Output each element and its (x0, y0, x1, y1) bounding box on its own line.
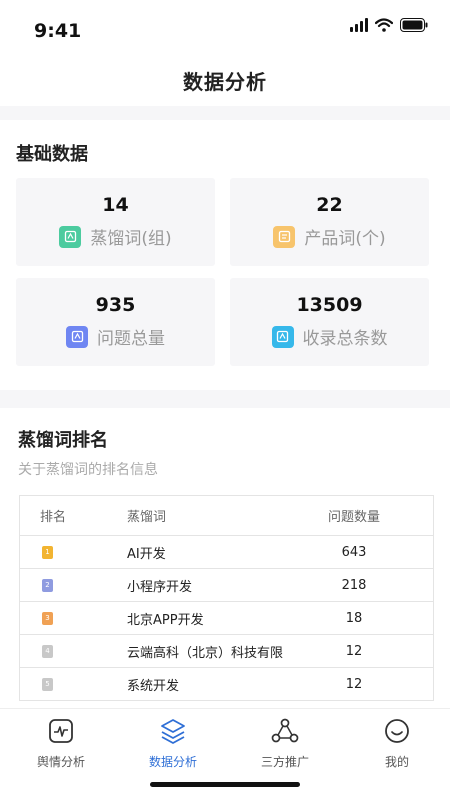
cell-word: 系统开发 (127, 678, 180, 694)
table-header: 排名 蒸馏词 问题数量 (20, 496, 433, 536)
table-row[interactable]: 2 小程序开发 218 (20, 569, 433, 602)
tag-icon (59, 225, 82, 248)
cell-word: 云端高科（北京）科技有限 (127, 645, 284, 661)
stat-label: 收录总条数 (302, 329, 388, 349)
pulse-monitor-icon (47, 717, 75, 745)
section-title: 蒸馏词排名 (18, 430, 108, 451)
stat-label: 蒸馏词(组) (90, 229, 172, 249)
smiley-icon (383, 717, 411, 745)
tab-label: 数据分析 (148, 755, 197, 769)
rank-medal-icon: 4 (42, 644, 53, 658)
section-title: 基础数据 (16, 144, 88, 165)
stat-label: 产品词(个) (304, 229, 386, 249)
rank-medal-icon: 2 (42, 578, 53, 592)
tab-third-party-promotion[interactable]: 三方推广 (229, 717, 341, 773)
stat-value: 14 (102, 194, 129, 216)
cell-word: AI开发 (127, 546, 166, 562)
basic-data-section: 基础数据 14 蒸馏词(组) 22 产品词(个) 935 问题总量 13509 (0, 120, 450, 390)
cellular-signal-icon (350, 18, 368, 32)
stat-card-distill-words[interactable]: 14 蒸馏词(组) (16, 178, 215, 266)
network-icon (271, 717, 299, 745)
wifi-icon (375, 18, 393, 32)
cell-count: 643 (341, 544, 367, 560)
cell-word: 小程序开发 (127, 579, 193, 595)
table-row[interactable]: 5 系统开发 12 (20, 668, 433, 701)
ranking-section: 蒸馏词排名 关于蒸馏词的排名信息 排名 蒸馏词 问题数量 1 AI开发 643 … (0, 408, 450, 708)
cell-word: 北京APP开发 (127, 612, 204, 628)
stat-value: 13509 (296, 294, 363, 316)
cell-count: 12 (345, 643, 363, 659)
status-time: 9:41 (34, 20, 82, 42)
collection-icon (271, 325, 294, 348)
table-row[interactable]: 4 云端高科（北京）科技有限 12 (20, 635, 433, 668)
ranking-table: 排名 蒸馏词 问题数量 1 AI开发 643 2 小程序开发 218 3 北京A… (19, 495, 434, 701)
stat-card-question-total[interactable]: 935 问题总量 (16, 278, 215, 366)
tab-data-analysis[interactable]: 数据分析 (117, 717, 229, 773)
rank-medal-icon: 3 (42, 611, 53, 625)
column-header-count: 问题数量 (327, 510, 380, 525)
box-icon (273, 225, 296, 248)
status-bar: 9:41 (0, 0, 450, 54)
table-row[interactable]: 1 AI开发 643 (20, 536, 433, 569)
tab-label: 我的 (384, 755, 409, 769)
battery-icon (400, 18, 428, 32)
rank-medal-icon: 1 (42, 545, 53, 559)
table-row[interactable]: 3 北京APP开发 18 (20, 602, 433, 635)
stat-card-product-words[interactable]: 22 产品词(个) (230, 178, 429, 266)
stat-value: 935 (95, 294, 136, 316)
page-title: 数据分析 (183, 70, 267, 94)
layers-icon (159, 717, 187, 745)
cell-count: 12 (345, 676, 363, 692)
tab-mine[interactable]: 我的 (341, 717, 450, 773)
column-header-word: 蒸馏词 (127, 510, 167, 525)
section-subtitle: 关于蒸馏词的排名信息 (18, 462, 158, 478)
column-header-rank: 排名 (40, 510, 67, 525)
rank-medal-icon: 5 (42, 677, 53, 691)
stat-card-collection-total[interactable]: 13509 收录总条数 (230, 278, 429, 366)
nav-bar: 数据分析 (0, 54, 450, 106)
home-indicator (150, 782, 300, 787)
tab-sentiment-analysis[interactable]: 舆情分析 (5, 717, 117, 773)
tab-label: 三方推广 (260, 755, 309, 769)
stat-label: 问题总量 (97, 329, 165, 349)
tab-label: 舆情分析 (36, 755, 85, 769)
cell-count: 218 (341, 577, 367, 593)
stat-value: 22 (316, 194, 343, 216)
cell-count: 18 (345, 610, 363, 626)
question-icon (66, 325, 88, 348)
